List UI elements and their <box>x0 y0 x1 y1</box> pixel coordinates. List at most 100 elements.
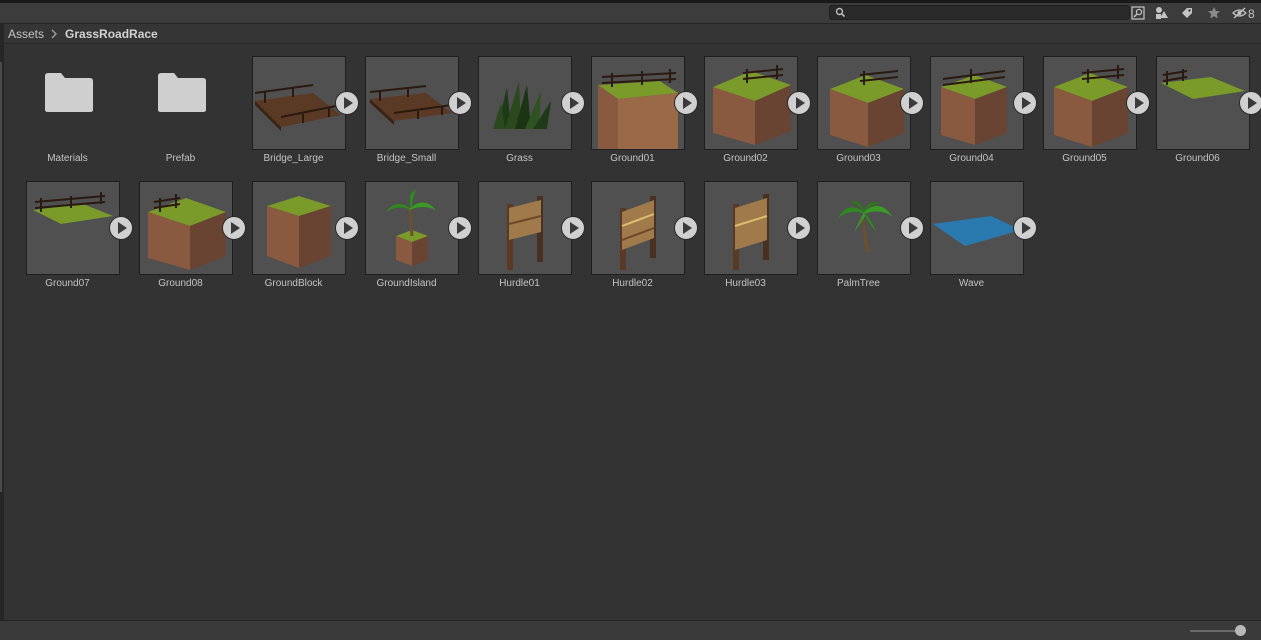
asset-item-hurdle01[interactable]: Hurdle01 <box>456 170 585 289</box>
asset-label: Ground08 <box>158 278 203 289</box>
asset-item-ground03[interactable]: Ground03 <box>795 45 924 164</box>
prefab-thumbnail <box>365 56 459 150</box>
asset-grid: Materials Prefab Bridge_Large Bridge_Sma… <box>4 45 1261 619</box>
bridge-preview-icon <box>369 85 453 125</box>
ground-preview-icon <box>148 194 226 270</box>
favorites-button[interactable] <box>1205 5 1223 21</box>
asset-item-ground06[interactable]: Ground06 <box>1134 45 1261 164</box>
ground-preview-icon <box>830 70 904 147</box>
asset-label: Prefab <box>165 153 196 164</box>
asset-item-bridge-large[interactable]: Bridge_Large <box>230 45 359 164</box>
ground-preview-icon <box>941 69 1007 145</box>
prefab-thumbnail <box>365 181 459 275</box>
asset-item-groundblock[interactable]: GroundBlock <box>230 170 359 289</box>
asset-item-ground04[interactable]: Ground04 <box>908 45 1037 164</box>
asset-label: Bridge_Large <box>263 153 324 164</box>
hidden-packages-count: 8 <box>1248 7 1255 21</box>
bridge-preview-icon <box>254 84 342 131</box>
prefab-thumbnail <box>704 181 798 275</box>
asset-types-icon <box>1156 7 1168 19</box>
asset-label: Hurdle03 <box>725 278 766 289</box>
asset-label: GroundIsland <box>376 278 437 289</box>
prefab-thumbnail <box>478 181 572 275</box>
asset-label: Bridge_Small <box>376 153 437 164</box>
prefab-thumbnail <box>817 181 911 275</box>
favorites-star-icon <box>1208 7 1220 19</box>
ground-preview-icon <box>598 69 678 149</box>
prefab-thumbnail <box>930 181 1024 275</box>
prefab-thumbnail <box>252 56 346 150</box>
prefab-thumbnail <box>1043 56 1137 150</box>
search-by-type-button[interactable] <box>1129 5 1147 21</box>
prefab-thumbnail <box>704 56 798 150</box>
asset-item-palmtree[interactable]: PalmTree <box>795 170 924 289</box>
asset-label: Hurdle01 <box>499 278 540 289</box>
breadcrumb-current-folder[interactable]: GrassRoadRace <box>65 27 158 41</box>
asset-item-groundisland[interactable]: GroundIsland <box>343 170 472 289</box>
project-toolbar: 8 <box>0 3 1261 24</box>
asset-label: Grass <box>506 153 533 164</box>
ground-preview-icon <box>713 65 791 145</box>
search-input[interactable] <box>848 6 1118 19</box>
bottom-status-bar <box>0 620 1261 640</box>
prefab-thumbnail <box>930 56 1024 150</box>
asset-item-hurdle02[interactable]: Hurdle02 <box>569 170 698 289</box>
breadcrumb: Assets GrassRoadRace <box>4 24 1261 44</box>
hurdle-preview-icon <box>507 196 543 270</box>
asset-item-wave[interactable]: Wave <box>908 170 1037 289</box>
asset-item-bridge-small[interactable]: Bridge_Small <box>343 45 472 164</box>
asset-label: Materials <box>47 153 88 164</box>
asset-item-hurdle03[interactable]: Hurdle03 <box>682 170 811 289</box>
asset-item-grass[interactable]: Grass <box>456 45 585 164</box>
grass-preview-icon <box>493 81 551 129</box>
asset-label: Ground02 <box>723 153 768 164</box>
asset-label: Ground01 <box>610 153 655 164</box>
folder-icon <box>45 73 93 112</box>
breadcrumb-assets[interactable]: Assets <box>8 27 44 41</box>
asset-label: PalmTree <box>837 278 880 289</box>
prefab-thumbnail <box>591 56 685 150</box>
hurdle-preview-icon <box>733 194 769 270</box>
search-icon <box>835 7 846 18</box>
prefab-thumbnail <box>817 56 911 150</box>
asset-label: Ground06 <box>1175 153 1220 164</box>
prefab-thumbnail <box>478 56 572 150</box>
filter-by-label-button[interactable] <box>1178 5 1196 21</box>
prefab-thumbnail <box>252 181 346 275</box>
asset-label: GroundBlock <box>264 278 323 289</box>
asset-label: Hurdle02 <box>612 278 653 289</box>
prefab-thumbnail <box>591 181 685 275</box>
asset-label: Wave <box>958 278 985 289</box>
expand-prefab-button[interactable] <box>1239 91 1261 115</box>
asset-label: Ground03 <box>836 153 881 164</box>
asset-label: Ground04 <box>949 153 994 164</box>
ground-preview-icon <box>1054 65 1128 147</box>
chevron-right-icon <box>50 29 60 39</box>
left-scrollbar-handle[interactable] <box>0 62 2 492</box>
asset-item-ground05[interactable]: Ground05 <box>1021 45 1150 164</box>
grass-plane-preview-icon <box>1161 69 1245 99</box>
asset-label: Ground07 <box>45 278 90 289</box>
hidden-eye-icon <box>1232 7 1247 19</box>
prefab-thumbnail <box>139 181 233 275</box>
expand-prefab-button[interactable] <box>1013 216 1037 240</box>
grass-plane-preview-icon <box>33 192 113 224</box>
search-by-type-icon <box>1131 6 1145 20</box>
asset-item-ground02[interactable]: Ground02 <box>682 45 811 164</box>
ground-island-preview-icon <box>386 190 436 266</box>
palm-tree-preview-icon <box>838 201 892 252</box>
asset-item-prefab-folder[interactable]: Prefab <box>117 45 230 164</box>
asset-item-ground07[interactable]: Ground07 <box>4 170 133 289</box>
label-tag-icon <box>1182 8 1192 18</box>
asset-item-ground01[interactable]: Ground01 <box>569 45 698 164</box>
asset-item-materials[interactable]: Materials <box>4 45 117 164</box>
water-plane-preview-icon <box>933 216 1021 246</box>
thumbnail-size-slider-handle[interactable] <box>1235 625 1246 636</box>
search-field[interactable] <box>829 5 1130 20</box>
filter-by-type-button[interactable] <box>1153 5 1171 21</box>
prefab-thumbnail <box>1156 56 1250 150</box>
asset-item-ground08[interactable]: Ground08 <box>117 170 246 289</box>
prefab-thumbnail <box>26 181 120 275</box>
hurdle-preview-icon <box>620 196 656 270</box>
hidden-packages-toggle[interactable] <box>1232 5 1247 21</box>
